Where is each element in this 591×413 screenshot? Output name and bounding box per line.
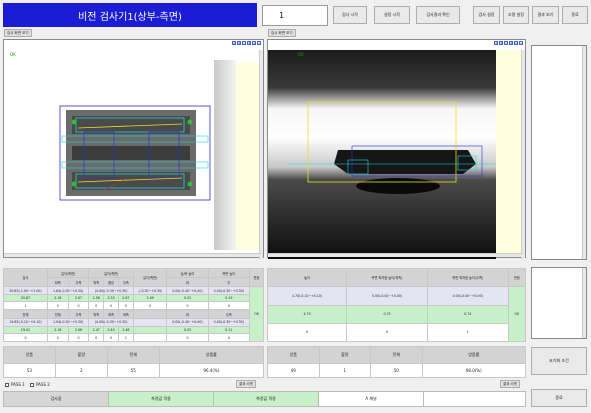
table-row: 검사 길이(측면) 길이(측면) 길이(측면) 상/하 높이 측면 높이 판정: [3, 267, 264, 288]
right-judge-cell: OK: [507, 286, 527, 342]
pass1-checkbox[interactable]: PASS 1: [5, 382, 25, 387]
right-view-vscroll[interactable]: [521, 50, 525, 259]
table-row: 0 0 1: [266, 322, 526, 343]
table-row: 4.70 0.75 0.74: [266, 304, 526, 324]
left-measurement-table: 검사 길이(측면) 길이(측면) 길이(측면) 상/하 높이 측면 높이 판정 …: [3, 267, 264, 342]
side-list-top[interactable]: [531, 45, 587, 260]
table-row: 1 0 0 0 0 0 0 0 0: [3, 301, 264, 311]
left-view-hscroll[interactable]: [4, 253, 261, 257]
table-row: 19.41 2.16 2.06 2.47 2.40 2.46 0.22 0.11: [3, 325, 264, 335]
right-view-label-button[interactable]: 검사 화면 보기: [268, 29, 296, 37]
table-row: 53 2 55 96.4(%): [3, 362, 265, 379]
check-results-button[interactable]: 검사결과 확인: [416, 6, 460, 24]
reset-conditions-button[interactable]: 초기화 조건: [531, 347, 587, 375]
right-ok-tag: OK: [298, 52, 304, 57]
right-camera-view: + ↕ − ↕ + − OK: [267, 39, 526, 259]
page-title: 비전 검사기1(상부-측면): [78, 11, 182, 23]
bottom-status-bar: 검사중 측정값 적용 측정값 적용 A 채널: [3, 391, 526, 407]
reset-left-button[interactable]: 결과 리셋: [236, 380, 256, 388]
left-camera-view: + ↕ − ↕ + − OK: [3, 39, 264, 259]
table-row: 20.83(-1.00~+1.00) 1.84(-0.30~+0.30) (4.…: [3, 286, 264, 342]
side-list-bottom-scroll[interactable]: [582, 268, 586, 338]
status-inspecting: 검사중: [4, 392, 109, 406]
light-settings-button[interactable]: 조명 설정: [503, 6, 529, 24]
table-row: 4.70(-0.10~+0.10) 0.00(-0.00~+0.00) 0.00…: [266, 286, 527, 342]
start-inspection-button[interactable]: 검사 시작: [333, 6, 367, 24]
checkbox-box[interactable]: [30, 382, 34, 387]
status-apply-2: 측정값 적용: [214, 392, 319, 406]
table-row: 20.87 2.16 2.07 2.56 2.33 2.67 1.49 0.31…: [3, 293, 264, 303]
pass2-checkbox[interactable]: PASS 2: [30, 382, 50, 387]
side-list-bottom[interactable]: [531, 267, 587, 339]
table-row: 높이 측면 최하점 높이(좌측) 측면 최하점 높이(우측) 판정: [266, 267, 527, 288]
start-setup-button[interactable]: 설정 시작: [374, 6, 410, 24]
view-results-button[interactable]: 결과 보기: [532, 6, 559, 24]
title-bar: 비전 검사기1(상부-측면): [3, 3, 257, 27]
inspection-settings-button[interactable]: 검사 설정: [473, 6, 500, 24]
left-inspection-image: [59, 60, 236, 250]
table-row: 0 0 0 0 0 1 0 0: [3, 333, 264, 342]
side-list-top-scroll[interactable]: [582, 46, 586, 259]
right-inspection-image: [268, 50, 523, 259]
status-channel: A 채널: [319, 392, 424, 406]
table-row: 양품 불량 전체 양품률: [3, 346, 265, 364]
status-apply-1: 측정값 적용: [109, 392, 214, 406]
count-display: 1: [262, 5, 328, 26]
right-stats-table: 양품 불량 전체 양품률 49 1 50 98.0(%): [267, 346, 526, 379]
exit-button[interactable]: 종료: [562, 6, 588, 24]
left-view-vscroll[interactable]: [259, 50, 263, 259]
table-row: 49 1 50 98.0(%): [267, 362, 526, 379]
status-empty: [424, 392, 525, 406]
right-measurement-table: 높이 측면 최하점 높이(좌측) 측면 최하점 높이(우측) 판정 4.70(-…: [266, 267, 527, 343]
table-row: 양품 불량 전체 양품률: [267, 346, 526, 364]
table-row: 전체 전체 우측 좌측 좌측 좌측 좌 우측: [3, 309, 264, 320]
right-view-hscroll[interactable]: [268, 253, 523, 257]
left-judge-cell: OK: [249, 286, 264, 342]
reset-right-button[interactable]: 결과 리셋: [500, 380, 520, 388]
side-exit-button[interactable]: 종료: [531, 389, 587, 407]
count-value: 1: [279, 11, 285, 20]
left-view-label-button[interactable]: 검사 화면 보기: [4, 29, 32, 37]
left-stats-table: 양품 불량 전체 양품률 53 2 55 96.4(%): [3, 346, 265, 379]
table-row: 19.83(-0.10~+0.10) 1.94(-0.30~+0.30) (4.…: [3, 318, 264, 327]
checkbox-box[interactable]: [5, 382, 9, 387]
